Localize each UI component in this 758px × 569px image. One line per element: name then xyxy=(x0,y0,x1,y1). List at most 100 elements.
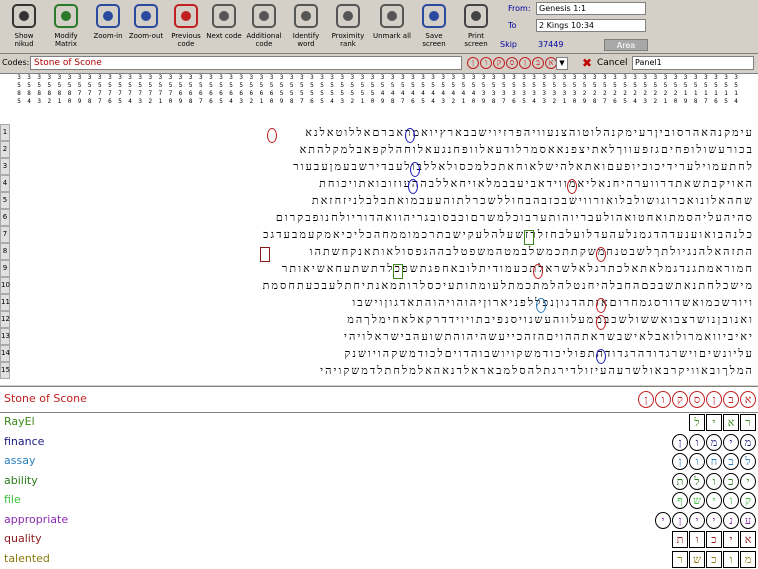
highlight-circle xyxy=(533,264,543,279)
save-screen-button[interactable]: Save screen xyxy=(414,2,454,52)
identify-word-button[interactable]: Identify word xyxy=(286,2,326,52)
column-number: 3 5 2 3 xyxy=(643,74,647,105)
row-number: 6 xyxy=(0,209,10,226)
matrix-row[interactable]: יאיביוואמרולואבלאישבשראתההויםהזהכייעשהיה… xyxy=(14,328,754,345)
term-label[interactable]: ability xyxy=(4,474,38,488)
term-letter: ן xyxy=(672,511,688,529)
column-number: 3 5 3 1 xyxy=(562,74,567,105)
term-letters: ענייןי xyxy=(654,511,756,530)
code-letter: ו xyxy=(480,57,492,69)
column-number: 3 5 4 1 xyxy=(461,74,466,105)
term-letter: ו xyxy=(723,550,739,568)
proximity-rank-button[interactable]: Proximity rank xyxy=(328,2,368,52)
term-label[interactable]: assay xyxy=(4,454,35,468)
matrix-row[interactable]: סהיהעליהסמתואחטואהולעבריוהותערבוכלמשרםוכ… xyxy=(14,209,754,226)
matrix-row[interactable]: מישכלחתנאתשבכםהחבלהיחנטלהלמתכמתלעומתותעי… xyxy=(14,277,754,294)
search-term[interactable]: Stone of Scone xyxy=(4,392,87,406)
row-number: 2 xyxy=(0,141,10,158)
column-number: 3 5 4 2 xyxy=(451,74,456,105)
column-number: 3 5 6 9 xyxy=(178,74,183,105)
print-screen-button[interactable]: Print screen xyxy=(456,2,496,52)
matrix-row[interactable]: בכורעשולופחיםגזפעווךלאתיצפנאאסמרלודעאלוו… xyxy=(14,141,754,158)
term-label[interactable]: appropriate xyxy=(4,513,68,527)
previous-code-button[interactable]: Previous code xyxy=(166,2,206,52)
toolbar-button-label: Additional code xyxy=(246,32,282,48)
cancel-button[interactable]: Cancel xyxy=(597,58,628,68)
next-code-icon xyxy=(210,2,238,30)
term-letter: ו xyxy=(689,531,705,548)
toolbar-button-label: Previous code xyxy=(171,32,201,48)
matrix-row[interactable]: ואנובןנושרצבואששולשכבממעלווהעשנויסנפיבתו… xyxy=(14,311,754,328)
toolbar-button-label: Save screen xyxy=(422,32,446,48)
additional-code-button[interactable]: Additional code xyxy=(244,2,284,52)
column-number: 3 5 5 3 xyxy=(340,74,344,105)
column-number: 3 5 4 9 xyxy=(380,74,385,105)
save-icon xyxy=(420,2,448,30)
matrix-row[interactable]: התזהאלהנגיולתךלשבטנחמשקתתכמשלבמטהמשפטלבה… xyxy=(14,243,754,260)
show-nikud-button[interactable]: Show nikud xyxy=(4,2,44,52)
cancel-x-icon[interactable]: ✖ xyxy=(582,56,592,70)
term-label[interactable]: RayEl xyxy=(4,415,35,429)
term-label[interactable]: file xyxy=(4,493,21,507)
zoom-out-button[interactable]: Zoom-out xyxy=(126,2,166,52)
column-number: 3 5 4 4 xyxy=(431,74,435,105)
matrix-row[interactable]: לחתעמוילערידיכוכיופעםואתאלהישלאוחאתכלמכס… xyxy=(14,158,754,175)
next-code-button[interactable]: Next code xyxy=(204,2,244,52)
column-number: 3 5 6 5 xyxy=(219,74,223,105)
highlight-circle xyxy=(267,128,277,143)
column-number: 3 5 7 3 xyxy=(138,74,142,105)
area-button[interactable]: Area xyxy=(604,39,648,51)
term-label[interactable]: talented xyxy=(4,552,50,566)
codes-circle-letters: אבןסקון xyxy=(466,57,557,69)
zoom-in-button[interactable]: Zoom-in xyxy=(88,2,128,52)
matrix-row[interactable]: כלנהבואוענעדהדגמנלעהעדלועלבחזלרזשעלהלעקי… xyxy=(14,226,754,243)
highlight-circle xyxy=(410,162,420,177)
column-number: 3 5 2 1 xyxy=(663,74,668,105)
term-label[interactable]: quality xyxy=(4,532,42,546)
highlight-circle xyxy=(408,179,418,194)
modify-matrix-button[interactable]: Modify Matrix xyxy=(46,2,86,52)
term-letter: י xyxy=(689,511,705,529)
column-number: 3 5 4 3 xyxy=(441,74,445,105)
matrix-row[interactable]: חמוראמתגנדגמלאתאלכתרגלאלשראלתכעמודיתלובא… xyxy=(14,260,754,277)
matrix-row[interactable]: ויורשכמואשדורסגמחרוםאותהדגוןנפללפניארוןי… xyxy=(14,294,754,311)
term-letter: י xyxy=(740,472,756,490)
term-label[interactable]: finance xyxy=(4,435,44,449)
matrix-row[interactable]: האויקבתשאתדרווערהיחנאליאמווידאביעבבמלאוי… xyxy=(14,175,754,192)
column-number: 3 5 2 8 xyxy=(592,74,597,105)
letter-matrix: 3 5 8 5 3 5 8 4 3 5 8 3 3 5 8 2 3 5 8 1 3 5 8… xyxy=(0,73,758,385)
from-field[interactable]: Genesis 1:1 xyxy=(536,2,646,15)
show-nikud-icon xyxy=(10,2,38,30)
column-number: 3 5 5 6 xyxy=(310,74,314,105)
code-letter: ק xyxy=(493,57,505,69)
column-number: 3 5 1 5 xyxy=(724,74,728,105)
codes-dropdown-arrow[interactable]: ▼ xyxy=(556,57,568,70)
column-number: 3 5 3 4 xyxy=(532,74,536,105)
highlight-circle xyxy=(567,179,577,194)
term-letter: ר xyxy=(740,414,756,431)
term-letter: ו xyxy=(689,453,705,470)
column-number: 3 5 2 4 xyxy=(633,74,637,105)
toolbar-button-label: Zoom-out xyxy=(128,32,164,40)
column-number: 3 5 7 6 xyxy=(108,74,112,105)
skip-value: 37449 xyxy=(538,40,564,49)
row-number: 14 xyxy=(0,345,10,362)
column-number: 3 5 7 2 xyxy=(148,74,153,105)
toolbar-button-label: Print screen xyxy=(464,32,488,48)
matrix-row[interactable]: עימקנהאהרסוביןרעימקנהלוטוהצנעוויהפרזיויש… xyxy=(14,124,754,141)
unmark-all-button[interactable]: Unmark all xyxy=(372,2,412,52)
matrix-row[interactable]: עליונשיםוישרגדודהרגדודהתפוליכודמשקויושבו… xyxy=(14,345,754,362)
term-letter: א xyxy=(723,414,739,431)
term-letter: ו xyxy=(706,472,722,490)
search-term-letter: ק xyxy=(672,391,688,408)
row-number: 9 xyxy=(0,260,10,277)
codes-input[interactable]: Stone of Scone xyxy=(30,56,462,70)
row-number: 5 xyxy=(0,192,10,209)
matrix-row[interactable]: המלךובאוויקרבאולשרעהעיזולדירגתלהסלמבאראל… xyxy=(14,362,754,379)
matrix-row[interactable]: שחהאלונואכרוגושולבלואורווישבכזבהבחוללשכר… xyxy=(14,192,754,209)
column-number: 3 5 4 5 xyxy=(421,74,425,105)
to-field[interactable]: 2 Kings 10:34 xyxy=(536,19,646,32)
term-letter: ת xyxy=(672,531,688,548)
column-number: 3 5 1 6 xyxy=(714,74,718,105)
column-number: 3 5 3 7 xyxy=(501,74,506,105)
